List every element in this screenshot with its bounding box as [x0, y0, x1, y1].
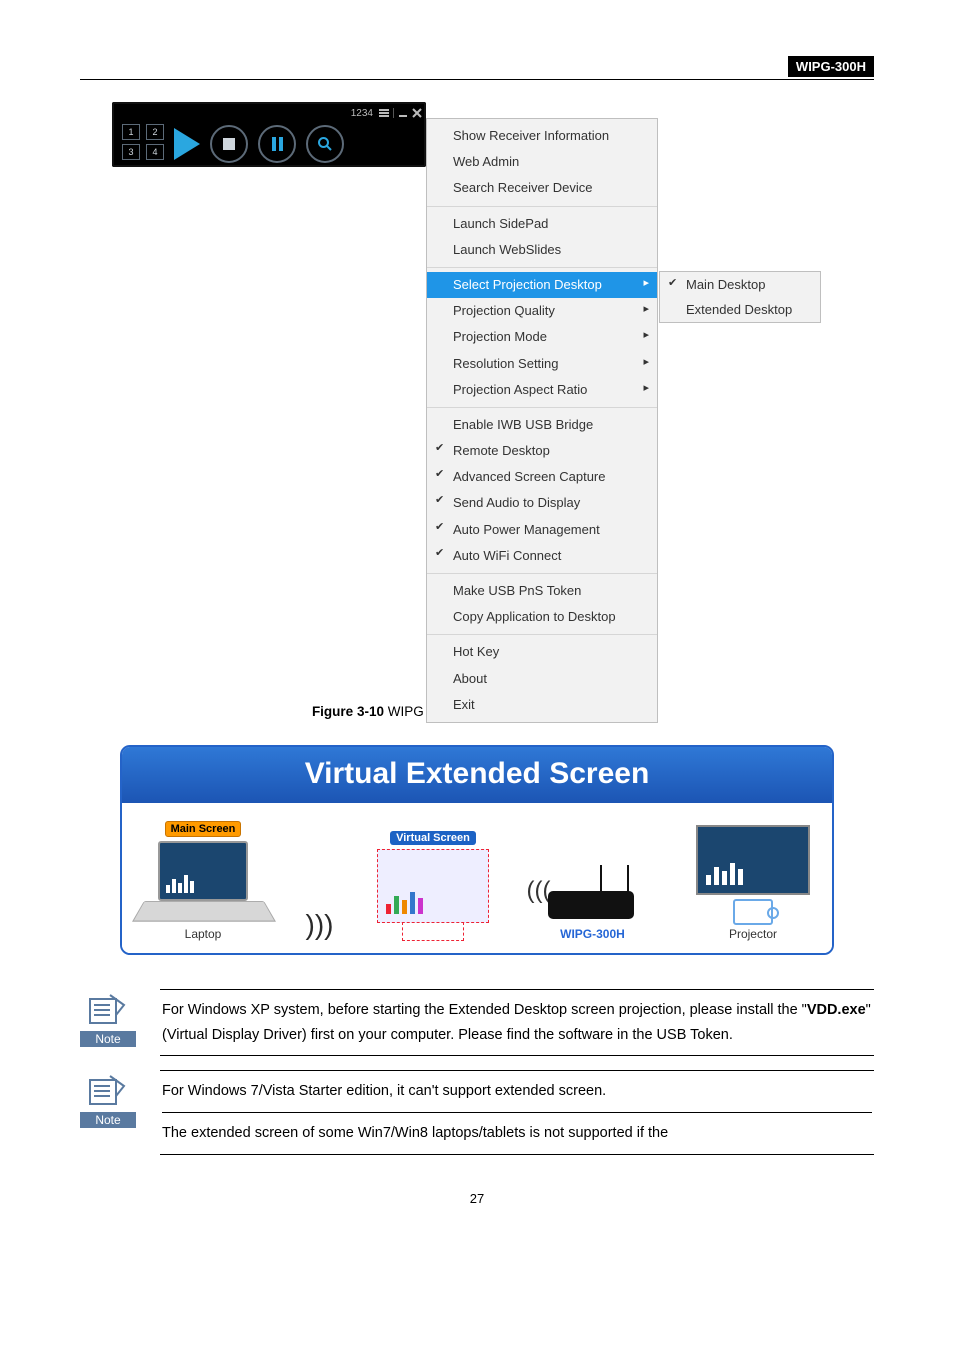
toolbar-code: 1234 [351, 108, 373, 119]
menu-search-receiver[interactable]: Search Receiver Device [427, 175, 657, 201]
utility-screenshot: 1234 12 34 [112, 102, 842, 692]
menu-exit[interactable]: Exit [427, 692, 657, 718]
ves-diagram: Virtual Extended Screen Main Screen Lapt… [120, 745, 834, 955]
menu-remote-desktop[interactable]: Remote Desktop [427, 438, 657, 464]
menu-adv-screen-capture[interactable]: Advanced Screen Capture [427, 464, 657, 490]
note-1-text: For Windows XP system, before starting t… [160, 989, 874, 1056]
note-2-text: For Windows 7/Vista Starter edition, it … [160, 1070, 874, 1154]
menu-projection-mode[interactable]: Projection Mode [427, 324, 657, 350]
minimize-icon[interactable] [398, 108, 408, 118]
main-screen-tag: Main Screen [165, 821, 242, 837]
note-icon: Note [80, 1070, 136, 1128]
menu-enable-iwb[interactable]: Enable IWB USB Bridge [427, 412, 657, 438]
submenu-extended-desktop[interactable]: Extended Desktop [660, 297, 820, 322]
stop-button[interactable] [210, 125, 248, 163]
menu-show-receiver-info[interactable]: Show Receiver Information [427, 123, 657, 149]
play-icon[interactable] [174, 128, 200, 160]
laptop-icon [144, 841, 262, 921]
menu-icon[interactable] [379, 108, 389, 118]
context-menu: Show Receiver Information Web Admin Sear… [426, 118, 658, 723]
menu-projection-quality[interactable]: Projection Quality [427, 298, 657, 324]
menu-select-projection-desktop[interactable]: Select Projection Desktop [427, 272, 657, 298]
router-icon: ((( [532, 859, 652, 923]
submenu-projection-desktop: Main Desktop Extended Desktop [659, 271, 821, 323]
menu-web-admin[interactable]: Web Admin [427, 149, 657, 175]
menu-launch-sidepad[interactable]: Launch SidePad [427, 211, 657, 237]
projector-icon [733, 899, 773, 925]
ves-title: Virtual Extended Screen [122, 747, 832, 803]
menu-copy-app[interactable]: Copy Application to Desktop [427, 604, 657, 630]
router-label: WIPG-300H [532, 927, 652, 941]
menu-about[interactable]: About [427, 666, 657, 692]
note-icon: Note [80, 989, 136, 1047]
page-number: 27 [80, 1191, 874, 1206]
menu-auto-power[interactable]: Auto Power Management [427, 517, 657, 543]
submenu-main-desktop[interactable]: Main Desktop [660, 272, 820, 297]
pause-button[interactable] [258, 125, 296, 163]
close-icon[interactable] [412, 108, 422, 118]
menu-resolution-setting[interactable]: Resolution Setting [427, 351, 657, 377]
virtual-screen-icon [377, 849, 489, 923]
split-selector[interactable]: 12 34 [122, 124, 168, 164]
search-button[interactable] [306, 125, 344, 163]
menu-hot-key[interactable]: Hot Key [427, 639, 657, 665]
menu-send-audio[interactable]: Send Audio to Display [427, 490, 657, 516]
menu-make-usb-token[interactable]: Make USB PnS Token [427, 578, 657, 604]
wipg-toolbar: 1234 12 34 [112, 102, 426, 167]
menu-aspect-ratio[interactable]: Projection Aspect Ratio [427, 377, 657, 403]
menu-auto-wifi[interactable]: Auto WiFi Connect [427, 543, 657, 569]
projector-label: Projector [696, 927, 810, 941]
wifi-waves-icon: ))) [306, 909, 334, 941]
projector-screen-icon [696, 825, 810, 895]
laptop-label: Laptop [144, 927, 262, 941]
header-model-badge: WIPG-300H [788, 56, 874, 77]
virtual-screen-tag: Virtual Screen [390, 831, 476, 845]
menu-launch-webslides[interactable]: Launch WebSlides [427, 237, 657, 263]
